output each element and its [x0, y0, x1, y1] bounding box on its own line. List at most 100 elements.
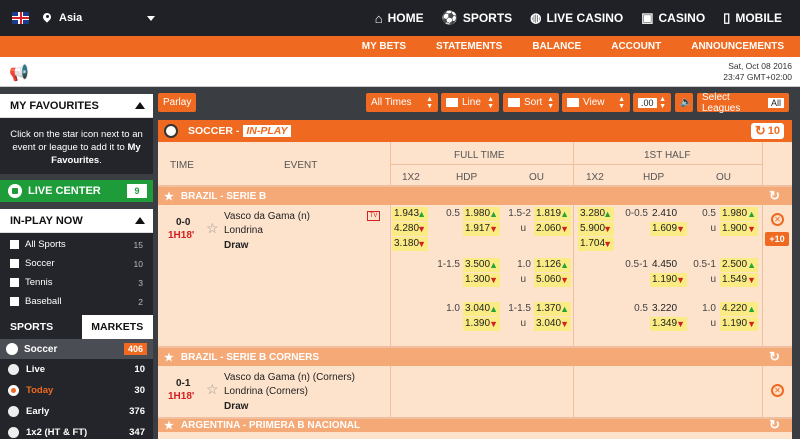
- league-name: ARGENTINA - PRIMERA B NACIONAL: [180, 420, 361, 431]
- refresh-icon[interactable]: ↻: [769, 349, 780, 365]
- line-select[interactable]: Line ▲ ▼: [441, 93, 499, 112]
- odds-button[interactable]: 3.220: [650, 302, 687, 316]
- star-icon[interactable]: ★: [164, 351, 174, 364]
- checkbox[interactable]: [10, 278, 19, 287]
- view-select[interactable]: View ▲ ▼: [562, 93, 630, 112]
- odds-value: 1.126: [536, 259, 562, 270]
- nav-live-casino[interactable]: ◍ LIVE CASINO: [530, 0, 623, 36]
- sort-select[interactable]: Sort ▲ ▼: [503, 93, 559, 112]
- odds-button[interactable]: 3.040 ▼: [534, 317, 571, 331]
- odds-panel: SOCCER - IN-PLAY ↻ 10 TIME EVENT FULL TIM…: [158, 120, 792, 439]
- statistics-icon[interactable]: ✕: [771, 213, 784, 226]
- league-row[interactable]: ★ ARGENTINA - PRIMERA B NACIONAL ↻: [158, 417, 792, 433]
- nav-mobile[interactable]: ▯ MOBILE: [723, 0, 782, 36]
- favourite-star-icon[interactable]: ☆: [206, 220, 219, 237]
- refresh-button[interactable]: ↻ 10: [750, 123, 784, 139]
- odds-button[interactable]: 5.060 ▼: [534, 273, 571, 287]
- radio-button[interactable]: [8, 385, 19, 396]
- parlay-button[interactable]: Parlay: [158, 93, 196, 112]
- odds-button[interactable]: 4.280 ▼: [392, 222, 428, 236]
- odds-button[interactable]: 1.704 ▼: [578, 237, 614, 251]
- odds-format-select[interactable]: .00 ▲ ▼: [633, 93, 671, 112]
- refresh-icon[interactable]: ↻: [769, 188, 780, 204]
- market-1x2-ht-ft[interactable]: 1x2 (HT & FT) 347: [0, 422, 153, 439]
- odds-value: 3.040: [465, 303, 491, 314]
- odds-button[interactable]: 3.040 ▲: [463, 302, 500, 316]
- collapse-icon[interactable]: [135, 217, 145, 224]
- odds-button[interactable]: 3.180 ▼: [392, 237, 428, 251]
- odds-button[interactable]: 1.943 ▲: [392, 207, 428, 221]
- subnav-balance[interactable]: BALANCE: [517, 41, 596, 52]
- inplay-header[interactable]: IN-PLAY NOW: [0, 209, 153, 233]
- odds-button[interactable]: 1.390 ▼: [463, 317, 500, 331]
- odds-button[interactable]: 1.300 ▼: [463, 273, 500, 287]
- inplay-item-baseball[interactable]: Baseball 2: [0, 292, 153, 311]
- live-center-button[interactable]: LIVE CENTER 9: [0, 180, 153, 202]
- uk-flag-icon[interactable]: [12, 12, 29, 24]
- hdp-line: 0.5: [446, 208, 460, 219]
- odds-button[interactable]: 1.900 ▼: [720, 222, 758, 236]
- odds-button[interactable]: 1.126 ▲: [534, 258, 571, 272]
- favourite-star-icon[interactable]: ☆: [206, 381, 219, 398]
- odds-value: 1.190: [722, 318, 748, 329]
- odds-button[interactable]: 4.450: [650, 258, 687, 272]
- odds-button[interactable]: 3.500 ▲: [463, 258, 500, 272]
- odds-button[interactable]: 1.190 ▼: [650, 273, 687, 287]
- star-icon[interactable]: ★: [164, 419, 174, 432]
- nav-casino[interactable]: ▣ CASINO: [641, 0, 705, 36]
- checkbox[interactable]: [10, 297, 19, 306]
- checkbox[interactable]: [10, 259, 19, 268]
- odds-button[interactable]: 1.609 ▼: [650, 222, 687, 236]
- inplay-item-all-sports[interactable]: All Sports 15: [0, 235, 153, 254]
- live-stream-icon[interactable]: TV: [367, 211, 380, 221]
- league-row[interactable]: ★ BRAZIL - SERIE B ↻: [158, 186, 792, 205]
- checkbox[interactable]: [10, 240, 19, 249]
- odds-button[interactable]: 5.900 ▼: [578, 222, 614, 236]
- star-icon[interactable]: ★: [164, 190, 174, 203]
- region-selector[interactable]: Asia: [43, 12, 155, 24]
- market-today[interactable]: Today 30: [0, 380, 153, 401]
- subnav-statements[interactable]: STATEMENTS: [421, 41, 517, 52]
- radio-button[interactable]: [8, 364, 19, 375]
- tab-sports[interactable]: SPORTS: [0, 315, 82, 339]
- odds-button[interactable]: 1.819 ▲: [534, 207, 571, 221]
- odds-button[interactable]: 1.980 ▲: [720, 207, 758, 221]
- subnav-announcements[interactable]: ANNOUNCEMENTS: [676, 41, 800, 52]
- odds-button[interactable]: 1.370 ▲: [534, 302, 571, 316]
- odds-button[interactable]: 4.220 ▲: [720, 302, 758, 316]
- statistics-icon[interactable]: ✕: [771, 384, 784, 397]
- odds-button[interactable]: 2.060 ▼: [534, 222, 571, 236]
- sound-button[interactable]: 🔈: [675, 93, 693, 112]
- arrow-down-icon: ▼: [560, 319, 569, 329]
- subnav-account[interactable]: ACCOUNT: [596, 41, 676, 52]
- all-times-select[interactable]: All Times ▲ ▼: [366, 93, 438, 112]
- refresh-icon[interactable]: ↻: [769, 417, 780, 433]
- radio-button[interactable]: [8, 406, 19, 417]
- select-leagues-button[interactable]: Select Leagues All: [697, 92, 789, 114]
- odds-button[interactable]: 1.549 ▼: [720, 273, 758, 287]
- market-early[interactable]: Early 376: [0, 401, 153, 422]
- tab-markets[interactable]: MARKETS: [81, 315, 153, 339]
- odds-button[interactable]: 1.980 ▲: [463, 207, 500, 221]
- odds-button[interactable]: 1.349 ▼: [650, 317, 687, 331]
- favourites-header[interactable]: MY FAVOURITES: [0, 94, 153, 118]
- league-row[interactable]: ★ BRAZIL - SERIE B CORNERS ↻: [158, 347, 792, 366]
- odds-button[interactable]: 3.280 ▲: [578, 207, 614, 221]
- odds-button[interactable]: 2.410: [650, 207, 687, 221]
- inplay-item-soccer[interactable]: Soccer 10: [0, 254, 153, 273]
- odds-button[interactable]: 1.190 ▼: [720, 317, 758, 331]
- nav-sports[interactable]: ⚽ SPORTS: [442, 0, 513, 36]
- megaphone-icon[interactable]: 📢: [9, 63, 29, 83]
- odds-value: 1.704: [580, 238, 606, 249]
- market-live[interactable]: Live 10: [0, 359, 153, 380]
- divider: [573, 205, 574, 346]
- more-bets-button[interactable]: +10: [765, 232, 789, 246]
- nav-home[interactable]: ⌂ HOME: [375, 0, 424, 36]
- collapse-icon[interactable]: [135, 102, 145, 109]
- radio-button[interactable]: [8, 427, 19, 438]
- odds-button[interactable]: 2.500 ▲: [720, 258, 758, 272]
- odds-button[interactable]: 1.917 ▼: [463, 222, 500, 236]
- subnav-my-bets[interactable]: MY BETS: [347, 41, 421, 52]
- sport-soccer[interactable]: Soccer 406: [0, 339, 153, 359]
- inplay-item-tennis[interactable]: Tennis 3: [0, 273, 153, 292]
